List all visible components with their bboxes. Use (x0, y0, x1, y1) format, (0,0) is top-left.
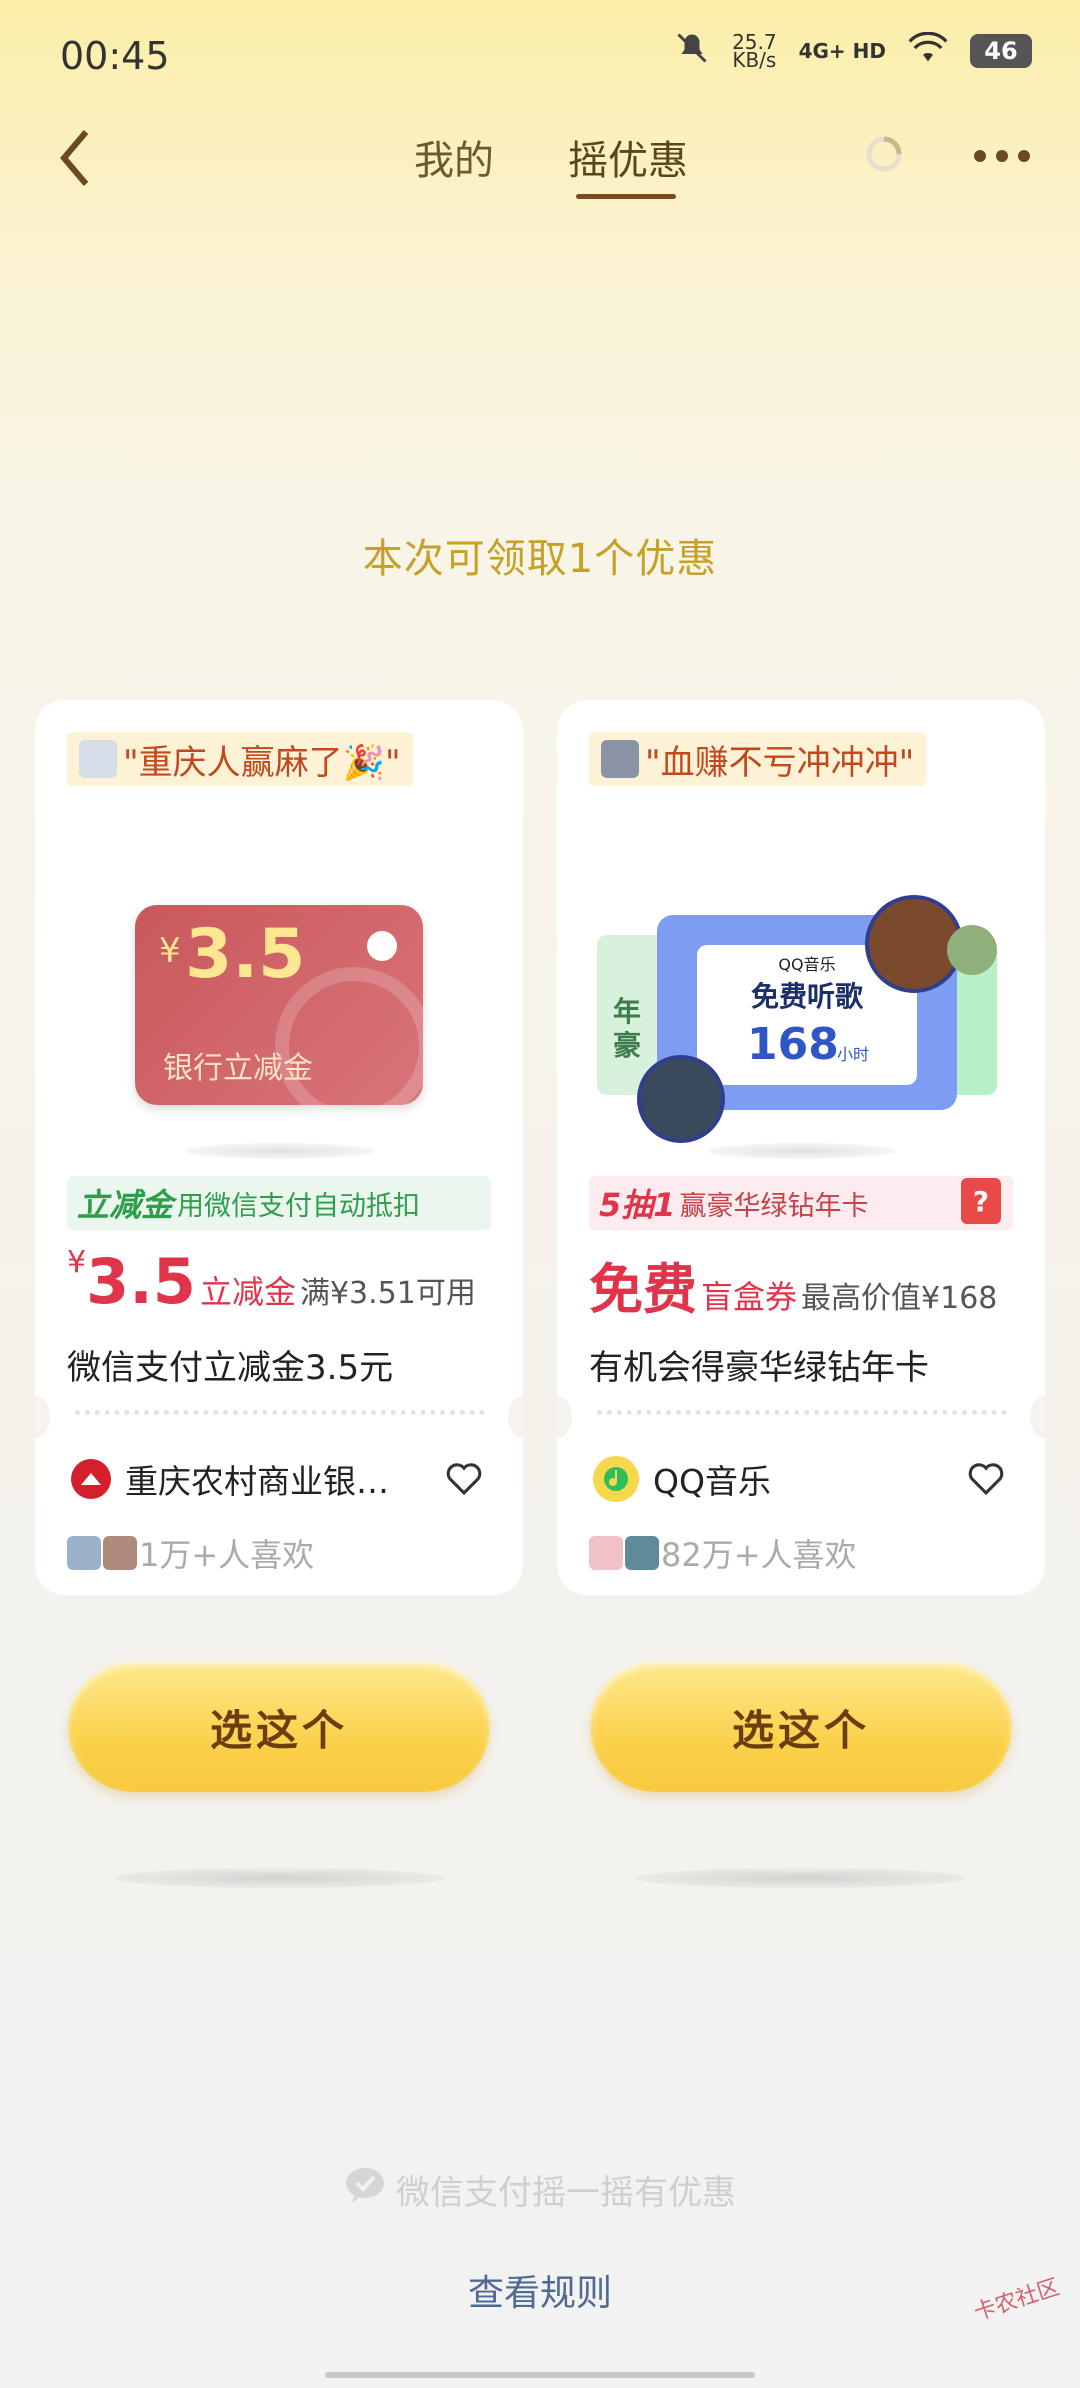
select-offer-button-2[interactable]: 选这个 (590, 1662, 1012, 1792)
battery-indicator: 46 (970, 33, 1032, 68)
ticket-notch (557, 1396, 572, 1438)
promo-text: 用微信支付自动抵扣 (177, 1190, 421, 1222)
offer-card-bank[interactable]: "重庆人赢麻了🎉" ¥ 3.5 银行立减金 立减金 用微信支付自动抵扣 ¥ 3.… (35, 700, 523, 1595)
bank-logo-icon (71, 1459, 111, 1499)
status-time: 00:45 (60, 34, 170, 78)
merchant-row: QQ音乐 (593, 1455, 771, 1503)
favorite-button[interactable] (445, 1462, 483, 1500)
more-options-button[interactable] (972, 148, 1032, 168)
price-note: 满¥3.51可用 (299, 1276, 476, 1311)
coupon-decoration (275, 967, 433, 1125)
tab-shake[interactable]: 摇优惠 (568, 128, 688, 186)
back-button[interactable] (56, 128, 96, 192)
view-rules-link[interactable]: 查看规则 (0, 2264, 1080, 2316)
ticket-notch (508, 1396, 523, 1438)
merchant-name: 重庆农村商业银… (125, 1462, 389, 1501)
coupon-amount: 3.5 (185, 915, 306, 994)
ticket-hours: 168 (747, 1019, 839, 1070)
ticket-notch (1030, 1396, 1045, 1438)
back-arrow-icon (60, 130, 89, 186)
button-shadow (114, 1868, 444, 1888)
heart-icon (968, 1463, 1004, 1496)
coupon-currency: ¥ (159, 931, 181, 971)
merchant-name: QQ音乐 (653, 1462, 771, 1501)
loading-icon (864, 134, 904, 178)
user-avatar (67, 1536, 101, 1570)
divider (597, 1410, 1007, 1415)
likes-row: 82万+人喜欢 (589, 1530, 857, 1576)
card-quote: "重庆人赢麻了🎉" (67, 732, 413, 786)
bank-logo-icon (367, 931, 397, 961)
price-symbol: ¥ (67, 1245, 87, 1280)
quote-text: "血赚不亏冲冲冲" (645, 742, 915, 783)
badge-icon (947, 925, 997, 975)
net-speed-unit: KB/s (732, 47, 777, 72)
tab-mine[interactable]: 我的 (414, 128, 494, 186)
select-offer-button-1[interactable]: 选这个 (68, 1662, 490, 1792)
promo-strong: 5抽1 (599, 1186, 676, 1224)
more-dots-icon (974, 150, 1030, 162)
home-indicator[interactable] (325, 2372, 755, 2378)
qq-music-logo-icon (593, 1456, 639, 1502)
wechat-pay-icon (344, 2166, 386, 2213)
price-value: 免费 (589, 1258, 697, 1321)
ticket-shadow (707, 1143, 897, 1159)
user-avatar (625, 1536, 659, 1570)
gift-box-icon: ? (961, 1178, 1001, 1224)
coupon-shadow (185, 1143, 375, 1159)
ticket-notch (35, 1396, 50, 1438)
promo-banner: 5抽1 赢豪华绿钻年卡 ? (589, 1176, 1013, 1230)
quote-avatar (79, 740, 117, 778)
music-ticket-image: 年豪 QQ音乐 免费听歌 168 小时 (597, 895, 1007, 1143)
likes-count: 1万+人喜欢 (139, 1536, 315, 1574)
offer-card-qqmusic[interactable]: "血赚不亏冲冲冲" 年豪 QQ音乐 免费听歌 168 小时 5抽1 赢豪华绿钻年… (557, 700, 1045, 1595)
status-icons: 25.7 KB/s 4G+ HD 46 (674, 30, 1032, 71)
favorite-button[interactable] (967, 1462, 1005, 1500)
heart-icon (446, 1463, 482, 1496)
card-quote: "血赚不亏冲冲冲" (589, 732, 927, 786)
offer-title: 微信支付立减金3.5元 (67, 1348, 394, 1388)
offer-title: 有机会得豪华绿钻年卡 (589, 1348, 929, 1388)
divider (75, 1410, 485, 1415)
user-avatar (589, 1536, 623, 1570)
wifi-icon (908, 31, 948, 69)
footer-brand: 微信支付摇一摇有优惠 (0, 2165, 1080, 2214)
user-avatar (103, 1536, 137, 1570)
mute-icon (674, 30, 710, 71)
promo-banner: 立减金 用微信支付自动抵扣 (67, 1176, 491, 1230)
price-value: 3.5 (86, 1245, 196, 1318)
quote-avatar (601, 740, 639, 778)
price-row: ¥ 3.5 立减金 满¥3.51可用 (67, 1245, 476, 1318)
offer-count-headline: 本次可领取1个优惠 (362, 536, 718, 582)
promo-text: 赢豪华绿钻年卡 (679, 1190, 869, 1222)
footer-brand-text: 微信支付摇一摇有优惠 (396, 2173, 736, 2213)
price-note: 最高价值¥168 (801, 1281, 998, 1316)
bank-coupon-image: ¥ 3.5 银行立减金 (135, 905, 433, 1125)
network-label: 4G+ HD (798, 38, 886, 63)
price-type: 立减金 (199, 1273, 296, 1311)
cartoon-badge-icon (637, 1055, 725, 1143)
price-row: 免费 盲盒券 最高价值¥168 (589, 1245, 997, 1324)
likes-row: 1万+人喜欢 (67, 1530, 314, 1576)
promo-strong: 立减金 (77, 1186, 174, 1224)
merchant-row: 重庆农村商业银… (71, 1455, 389, 1503)
price-type: 盲盒券 (701, 1278, 798, 1316)
quote-text: "重庆人赢麻了🎉" (123, 742, 401, 783)
net-speed: 25.7 KB/s (732, 32, 777, 72)
button-shadow (636, 1868, 966, 1888)
ticket-hours-unit: 小时 (837, 1045, 870, 1064)
ticket-side-text: 年豪 (613, 995, 642, 1062)
likes-count: 82万+人喜欢 (661, 1536, 857, 1574)
active-tab-indicator (576, 194, 676, 199)
